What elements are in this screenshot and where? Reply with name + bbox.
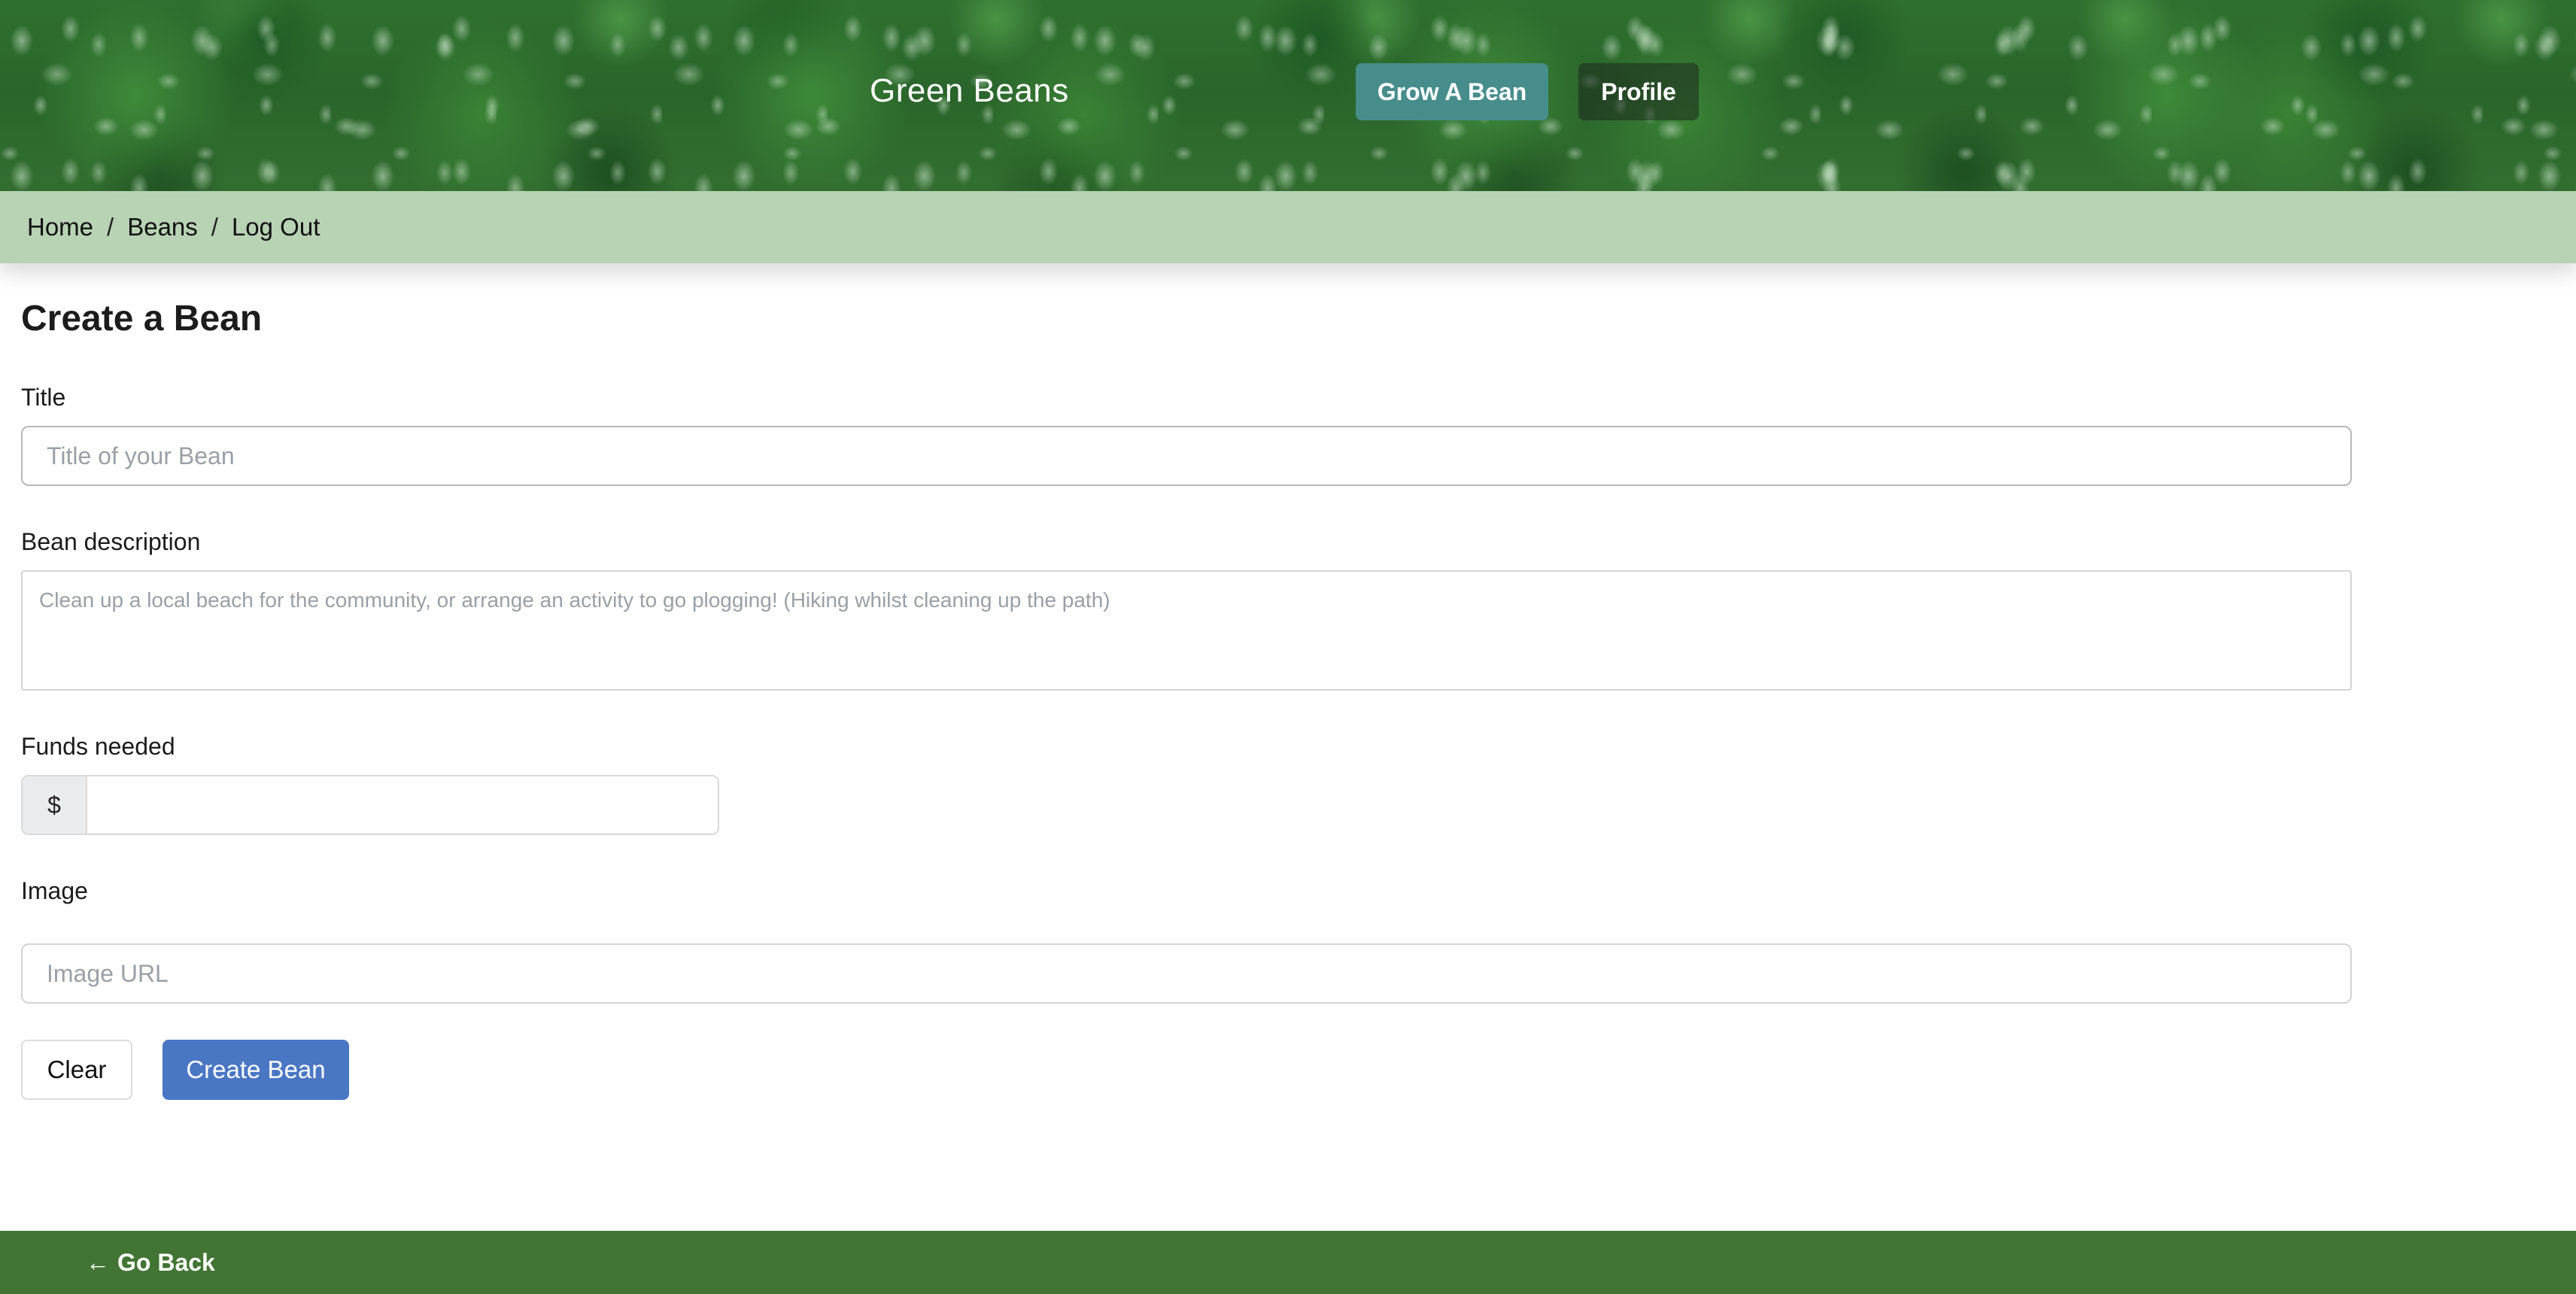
currency-prefix: $ bbox=[23, 776, 87, 834]
description-textarea[interactable] bbox=[21, 570, 2352, 691]
breadcrumb-separator: / bbox=[107, 213, 114, 241]
image-label: Image bbox=[21, 877, 88, 904]
breadcrumb-home-link[interactable]: Home bbox=[27, 213, 93, 241]
description-label: Bean description bbox=[21, 528, 201, 555]
create-bean-button[interactable]: Create Bean bbox=[163, 1040, 349, 1100]
breadcrumb-separator: / bbox=[211, 213, 218, 241]
funds-input-group: $ bbox=[21, 775, 719, 835]
profile-button[interactable]: Profile bbox=[1578, 63, 1699, 120]
go-back-label: Go Back bbox=[117, 1248, 215, 1276]
site-header: Green Beans Grow A Bean Profile bbox=[0, 0, 2576, 191]
breadcrumb: Home / Beans / Log Out bbox=[0, 191, 2576, 263]
funds-label: Funds needed bbox=[21, 733, 175, 760]
go-back-link[interactable]: ← Go Back bbox=[86, 1249, 215, 1277]
brand-title: Green Beans bbox=[870, 72, 1069, 109]
arrow-left-icon: ← bbox=[86, 1248, 110, 1276]
image-url-input[interactable] bbox=[21, 943, 2352, 1004]
page-title: Create a Bean bbox=[21, 299, 263, 339]
breadcrumb-logout-link[interactable]: Log Out bbox=[232, 213, 320, 241]
grow-a-bean-button[interactable]: Grow A Bean bbox=[1356, 63, 1548, 120]
site-footer: ← Go Back bbox=[0, 1231, 2576, 1294]
title-label: Title bbox=[21, 384, 66, 411]
clear-button[interactable]: Clear bbox=[21, 1040, 132, 1100]
title-input[interactable] bbox=[21, 426, 2352, 486]
page: Green Beans Grow A Bean Profile Home / B… bbox=[0, 0, 2576, 1294]
breadcrumb-beans-link[interactable]: Beans bbox=[127, 213, 198, 241]
funds-input[interactable] bbox=[87, 776, 718, 834]
